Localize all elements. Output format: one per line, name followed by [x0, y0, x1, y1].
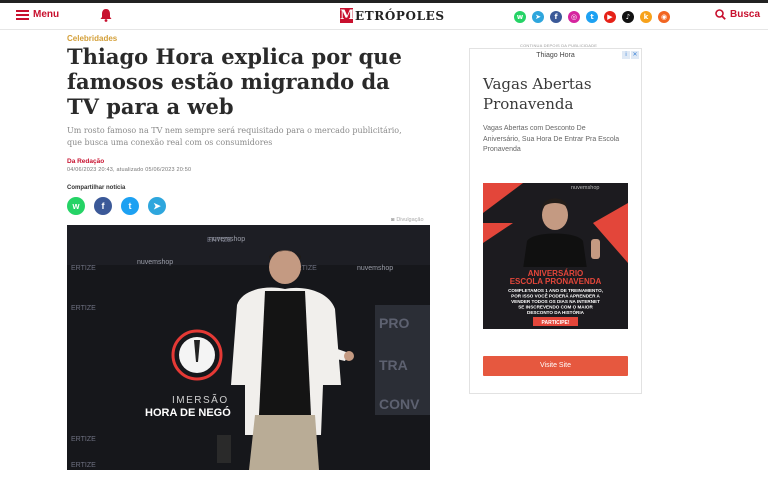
ad-description: Vagas Abertas com Desconto De Aniversári…	[483, 125, 620, 153]
ad-title[interactable]: Vagas Abertas Pronavenda	[483, 74, 633, 114]
svg-text:ESCOLA PRONAVENDA: ESCOLA PRONAVENDA	[510, 277, 602, 286]
article-subtitle: Um rosto famoso na TV nem sempre será re…	[67, 126, 402, 147]
svg-text:COMPLETAMOS 1 ANO DE TREINAMEN: COMPLETAMOS 1 ANO DE TREINAMENTO,	[508, 288, 603, 293]
rss-icon[interactable]: ◉	[658, 11, 670, 23]
share-label: Compartilhar notícia	[67, 185, 126, 191]
menu-button[interactable]: Menu	[16, 9, 59, 20]
logo-text: ETRÓPOLES	[355, 8, 445, 23]
backdrop-word: TRA	[379, 357, 408, 373]
ad-top-bar: Thiago Hora i ✕	[470, 49, 641, 62]
article-category[interactable]: Celebridades	[67, 34, 117, 43]
search-icon	[715, 9, 726, 20]
brand-logo: nuvemshop	[137, 259, 173, 266]
youtube-icon[interactable]: ▶	[604, 11, 616, 23]
ad-advertiser: Thiago Hora	[536, 52, 575, 59]
ad-image[interactable]: nuvemshop ANIVERSÁRIO ESCOLA PRONAVENDA …	[483, 183, 628, 329]
ad-image-brand: nuvemshop	[571, 185, 599, 191]
backdrop-word: ERTIZE	[71, 305, 96, 312]
event-sign-sub: HORA DE NEGÓ	[145, 406, 231, 419]
tiktok-icon[interactable]: ♪	[622, 11, 634, 23]
article-title: Thiago Hora explica por que famosos estã…	[67, 44, 402, 119]
ad-controls: i ✕	[622, 51, 639, 59]
share-telegram-button[interactable]: ➤	[148, 197, 166, 215]
backdrop-word: CONV	[379, 396, 420, 412]
share-twitter-button[interactable]: t	[121, 197, 139, 215]
telegram-icon[interactable]: ➤	[532, 11, 544, 23]
search-button[interactable]: Busca	[715, 9, 760, 20]
article-dateline: 04/06/2023 20:43, atualizado 05/06/2023 …	[67, 167, 192, 173]
event-sign-main: IMERSÃO	[172, 393, 229, 406]
ad-info-icon[interactable]: i	[622, 51, 630, 59]
share-buttons: w f t ➤	[67, 197, 166, 215]
article-photo: PRO TRA CONV ERTIZE ERTIZE ERTIZE ERTIZE…	[67, 225, 430, 470]
logo-mark: M	[340, 8, 355, 23]
brand-logo: nuvemshop	[209, 236, 245, 243]
svg-text:VENDER TODOS OS DIAS NA INTERN: VENDER TODOS OS DIAS NA INTERNET	[511, 299, 600, 304]
menu-label: Menu	[33, 9, 60, 20]
site-logo[interactable]: M ETRÓPOLES	[340, 8, 445, 23]
article-author[interactable]: Da Redação	[67, 158, 104, 165]
twitter-icon[interactable]: t	[586, 11, 598, 23]
bell-icon[interactable]	[100, 8, 112, 22]
share-whatsapp-button[interactable]: w	[67, 197, 85, 215]
kwai-icon[interactable]: k	[640, 11, 652, 23]
ad-image-cta: PARTICIPE!	[542, 320, 570, 326]
ad-close-icon[interactable]: ✕	[631, 51, 639, 59]
facebook-icon[interactable]: f	[550, 11, 562, 23]
social-links: w ➤ f ◎ t ▶ ♪ k ◉	[514, 11, 670, 23]
site-header: Menu M ETRÓPOLES w ➤ f ◎ t ▶ ♪ k ◉ Busca	[0, 3, 768, 30]
ad-visit-button[interactable]: Visite Site	[483, 356, 628, 376]
svg-text:POR ISSO VOCÊ PODERÁ APRENDER: POR ISSO VOCÊ PODERÁ APRENDER A	[511, 292, 600, 299]
backdrop-word: PRO	[379, 315, 409, 331]
photo-credit-text: Divulgação	[396, 217, 424, 223]
backdrop-word: ERTIZE	[71, 462, 96, 469]
search-label: Busca	[730, 9, 761, 20]
instagram-icon[interactable]: ◎	[568, 11, 580, 23]
backdrop-word: ERTIZE	[71, 436, 96, 443]
backdrop-word: ERTIZE	[71, 265, 96, 272]
share-facebook-button[interactable]: f	[94, 197, 112, 215]
ad-image-art: nuvemshop ANIVERSÁRIO ESCOLA PRONAVENDA …	[483, 183, 628, 329]
hamburger-icon	[16, 9, 29, 20]
whatsapp-icon[interactable]: w	[514, 11, 526, 23]
svg-text:DESCONTO DA HISTÓRIA: DESCONTO DA HISTÓRIA	[527, 308, 585, 315]
brand-logo: nuvemshop	[357, 265, 393, 272]
advertisement[interactable]: Thiago Hora i ✕ Vagas Abertas Pronavenda…	[469, 48, 642, 394]
camera-icon: ◙	[391, 217, 395, 223]
svg-text:SE INSCREVENDO COM O MAIOR: SE INSCREVENDO COM O MAIOR	[518, 305, 593, 310]
article-photo-art: PRO TRA CONV ERTIZE ERTIZE ERTIZE ERTIZE…	[67, 225, 430, 470]
photo-credit: ◙ Divulgação	[391, 217, 424, 223]
